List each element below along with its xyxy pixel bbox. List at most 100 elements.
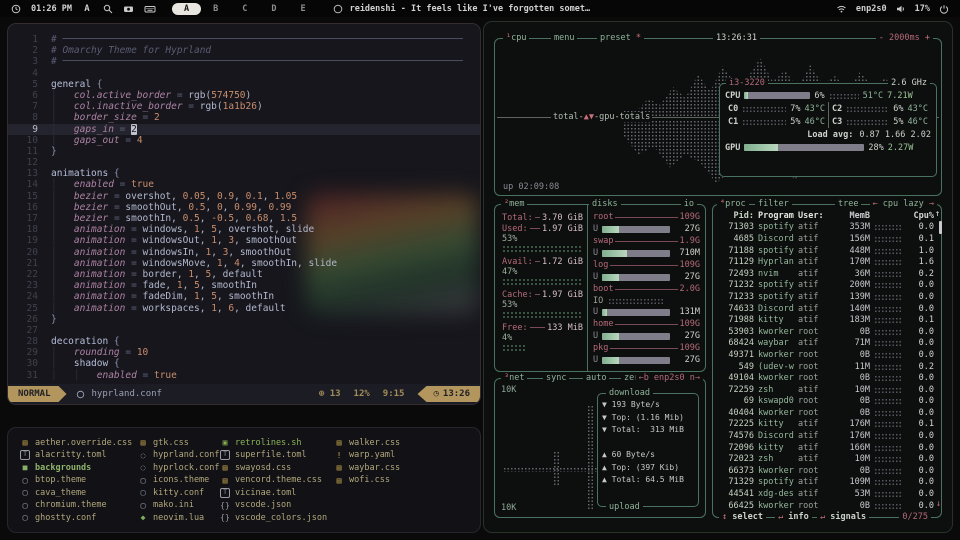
- editor-line[interactable]: 3 # ─────────────────────────────────────…: [8, 56, 480, 67]
- file-item: ▣ retrolines.sh: [220, 437, 334, 449]
- editor-line[interactable]: 8 │ border_size = 2: [8, 112, 480, 123]
- editor-line[interactable]: 23 │ animation = fade, 1, 5, smoothIn: [8, 280, 480, 291]
- btop-interval-control[interactable]: - 2000ms +: [875, 33, 933, 43]
- btop-menu-button[interactable]: menu: [551, 33, 578, 43]
- net-interface-switcher[interactable]: ←b enp2s0 n→: [635, 373, 703, 383]
- editor-line[interactable]: 11}: [8, 146, 480, 157]
- process-row[interactable]: 71329 spotify atif 109M 0.0: [718, 477, 934, 489]
- editor-line[interactable]: 26}: [8, 314, 480, 325]
- search-icon[interactable]: [102, 3, 114, 15]
- proc-scrollbar-up[interactable]: ↑: [935, 209, 940, 219]
- process-row[interactable]: 69 kswapd0 root 0B 0.0: [718, 396, 934, 408]
- file-name: waybar.css: [349, 462, 401, 473]
- clock-glyph-icon: ◷: [433, 389, 439, 399]
- cpu-gpu-divider-label[interactable]: total-▲▼-gpu-totals: [551, 112, 653, 122]
- editor-line[interactable]: 15 │ bezier = overshot, 0.05, 0.9, 0.1, 1…: [8, 191, 480, 202]
- editor-line[interactable]: 21 │ animation = windowsMove, 1, 4, smoot…: [8, 258, 480, 269]
- proc-filter-button[interactable]: filter: [755, 199, 792, 209]
- editor-line[interactable]: 20 │ animation = windowsIn, 1, 3, smoothO…: [8, 247, 480, 258]
- proc-tree-button[interactable]: tree: [835, 199, 862, 209]
- editor-line[interactable]: 29 │ rounding = 10: [8, 347, 480, 358]
- process-row[interactable]: 4685 Discord atif 156M 0.1: [718, 233, 934, 245]
- file-name: wofi.css: [349, 475, 390, 486]
- mem-stat-row: Free: 133 MiB: [502, 322, 583, 333]
- editor-line[interactable]: 9 │ gaps_in = 2: [8, 123, 480, 135]
- load-avg-values: 0.87 1.66 2.02: [859, 129, 931, 140]
- process-row[interactable]: 49371kworker/u16:root0B0.0: [718, 349, 934, 361]
- process-row[interactable]: 40404kworker/u16:root0B0.0: [718, 407, 934, 419]
- editor-line[interactable]: 17 │ bezier = smoothIn, 0.5, -0.5, 0.68, …: [8, 213, 480, 224]
- proc-sort-switcher[interactable]: ← cpu lazy →: [869, 199, 937, 209]
- process-row[interactable]: 549(udev-workerroot11M0.2: [718, 361, 934, 373]
- editor-line[interactable]: 16 │ bezier = smoothOut, 0.5, 0, 0.99, 0.…: [8, 202, 480, 213]
- editor-line[interactable]: 14 │ enabled = true: [8, 179, 480, 190]
- editor-line[interactable]: 6 │ col.active_border = rgb(574750): [8, 90, 480, 101]
- editor-line[interactable]: 27: [8, 325, 480, 336]
- proc-signals-hint[interactable]: ↵ signals: [817, 512, 870, 522]
- process-table[interactable]: Pid:Program:User:MemBCpu%71303spotifyati…: [718, 210, 934, 509]
- process-row[interactable]: 71303 spotify atif 353M 0.0: [718, 222, 934, 234]
- editor-line[interactable]: 13 animations {: [8, 168, 480, 179]
- workspace-A[interactable]: A: [171, 2, 202, 15]
- editor-line[interactable]: 25 │ animation = workspaces, 1, 6, defaul…: [8, 303, 480, 314]
- editor-line[interactable]: 7 │ col.inactive_border = rgb(1a1b26): [8, 101, 480, 112]
- process-box: ⁴proc filter tree ← cpu lazy → Pid: Progr…: [712, 199, 942, 522]
- btop-preset-button[interactable]: preset *: [597, 33, 644, 43]
- network-icon[interactable]: [836, 3, 848, 15]
- process-row[interactable]: 71233 spotify atif 139M 0.0: [718, 291, 934, 303]
- editor-line[interactable]: 1 # ─────────────────────────────────────…: [8, 34, 480, 45]
- uptime: up 02:09:08: [503, 182, 560, 192]
- editor-line[interactable]: 19 │ animation = windowsOut, 1, 3, smooth…: [8, 235, 480, 246]
- font-icon[interactable]: A: [81, 3, 93, 15]
- net-auto-button[interactable]: auto: [583, 373, 610, 383]
- process-row[interactable]: 44541xdg-desktop-atif53M0.0: [718, 488, 934, 500]
- net-sync-button[interactable]: sync: [543, 373, 570, 383]
- editor-line[interactable]: 2 # Omarchy Theme for Hyprland: [8, 45, 480, 56]
- file-name: cava_theme: [35, 487, 87, 498]
- proc-select-hint[interactable]: ↕ select: [719, 512, 766, 522]
- process-row[interactable]: 72096 kitty atif 166M 0.0: [718, 442, 934, 454]
- process-row[interactable]: 71988 kitty atif 183M 0.1: [718, 314, 934, 326]
- process-row[interactable]: 71232 spotify atif 200M 0.0: [718, 280, 934, 292]
- process-row[interactable]: 66425kworker/u16:root0B0.0: [718, 500, 934, 509]
- workspace-E[interactable]: E: [288, 3, 317, 15]
- workspace-D[interactable]: D: [259, 3, 288, 15]
- process-row[interactable]: 72493 nvim atif 36M 0.2: [718, 268, 934, 280]
- process-row[interactable]: 66373kworker/u16:root0B0.0: [718, 465, 934, 477]
- proc-info-hint[interactable]: ↵ info: [775, 512, 812, 522]
- editor-line[interactable]: 4: [8, 68, 480, 79]
- process-row[interactable]: 72023 zsh atif 10M 0.0: [718, 453, 934, 465]
- volume-level[interactable]: 17%: [915, 4, 930, 14]
- process-row[interactable]: 68424 waybar atif 71M 0.0: [718, 338, 934, 350]
- process-row[interactable]: 71188 spotify atif 448M 1.0: [718, 245, 934, 257]
- process-row[interactable]: 74576 Discord atif 176M 0.0: [718, 430, 934, 442]
- process-row[interactable]: 53903kworker/u16:root0B0.0: [718, 326, 934, 338]
- keyboard-icon[interactable]: [144, 3, 156, 15]
- editor-line[interactable]: 24 │ animation = fadeDim, 1, 5, smoothIn: [8, 291, 480, 302]
- editor-line[interactable]: 28 decoration {: [8, 336, 480, 347]
- code-area[interactable]: 1 # ─────────────────────────────────────…: [8, 34, 480, 384]
- editor-line[interactable]: 22 │ animation = border, 1, 5, default: [8, 269, 480, 280]
- editor-line[interactable]: 31 │ │ enabled = true: [8, 370, 480, 381]
- editor-line[interactable]: 30 │ shadow {: [8, 358, 480, 369]
- editor-line[interactable]: 18 │ animation = windows, 1, 5, overshot,…: [8, 224, 480, 235]
- workspace-C[interactable]: C: [230, 3, 259, 15]
- volume-icon[interactable]: [895, 3, 907, 15]
- process-row[interactable]: 49104kworker/u16:root0B0.0: [718, 372, 934, 384]
- proc-scrollbar-thumb[interactable]: [939, 221, 942, 234]
- power-icon[interactable]: [938, 3, 950, 15]
- workspace-B[interactable]: B: [201, 3, 230, 15]
- process-row[interactable]: 72259 zsh atif 10M 0.0: [718, 384, 934, 396]
- file-name: chromium.theme: [35, 500, 107, 511]
- camera-icon[interactable]: [123, 3, 135, 15]
- editor-line[interactable]: 12: [8, 157, 480, 168]
- editor-line[interactable]: 10 │ gaps_out = 4: [8, 135, 480, 146]
- editor-line[interactable]: 5 general {: [8, 79, 480, 90]
- statusline-clock-badge: ◷ 13:26: [417, 386, 480, 402]
- process-row[interactable]: 74633 Discord atif 140M 0.0: [718, 303, 934, 315]
- proc-scrollbar-down[interactable]: ↓: [936, 499, 941, 509]
- mem-stat-row: Avail: 1.72 GiB: [502, 256, 583, 267]
- process-row[interactable]: 72225 kitty atif 176M 0.1: [718, 419, 934, 431]
- network-name[interactable]: enp2s0: [856, 4, 887, 14]
- process-row[interactable]: 71129Hyprlandatif170M1.6: [718, 256, 934, 268]
